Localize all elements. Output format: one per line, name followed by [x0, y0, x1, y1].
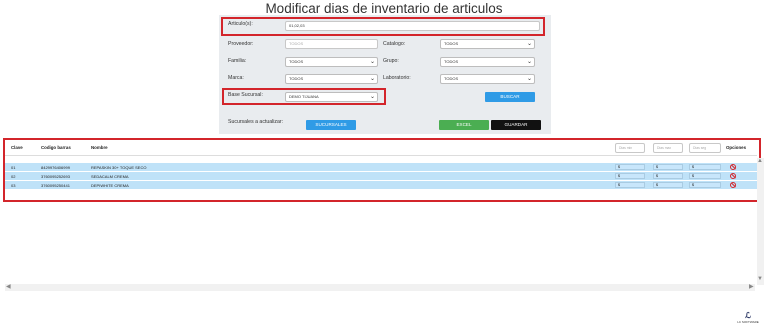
- page-title: Modificar dias de inventario de articulo…: [265, 1, 503, 16]
- grupo-label: Grupo:: [383, 58, 399, 64]
- logo-mark-icon: ℒ: [745, 311, 751, 320]
- proveedor-label: Proveedor:: [228, 41, 254, 47]
- sucursales-button[interactable]: SUCURSALES: [306, 120, 356, 130]
- chevron-down-icon: ⌄: [526, 59, 532, 65]
- actions-bar: Sucursales a actualizar: SUCURSALES EXCE…: [219, 114, 551, 134]
- buscar-button[interactable]: BUSCAR: [485, 92, 535, 102]
- grupo-value: TODOS: [444, 59, 459, 64]
- marca-select[interactable]: TODOS ⌄: [285, 74, 378, 84]
- marca-value: TODOS: [289, 76, 304, 81]
- marca-label: Marca:: [228, 75, 244, 81]
- logo-text: LC SOFTWARE: [737, 320, 759, 324]
- chevron-down-icon: ⌄: [526, 41, 532, 47]
- articulos-highlight: [221, 17, 545, 36]
- excel-button[interactable]: EXCEL: [439, 120, 489, 130]
- vertical-scrollbar[interactable]: ▲ ▼: [757, 158, 764, 285]
- sucursales-label: Sucursales a actualizar:: [228, 119, 284, 125]
- catalogo-label: Catalogo:: [383, 41, 406, 47]
- scroll-down-icon[interactable]: ▼: [757, 276, 763, 282]
- proveedor-input[interactable]: TODOS: [285, 39, 378, 49]
- familia-label: Familia:: [228, 58, 247, 64]
- laboratorio-label: Laboratorio:: [383, 75, 411, 81]
- scroll-left-icon[interactable]: ◀: [6, 284, 11, 290]
- chevron-down-icon: ⌄: [369, 76, 375, 82]
- familia-select[interactable]: TODOS ⌄: [285, 57, 378, 67]
- page: Modificar dias de inventario de articulo…: [0, 0, 768, 327]
- guardar-button[interactable]: GUARDAR: [491, 120, 541, 130]
- chevron-down-icon: ⌄: [526, 76, 532, 82]
- catalogo-select[interactable]: TODOS ⌄: [440, 39, 535, 49]
- familia-value: TODOS: [289, 59, 304, 64]
- horizontal-scrollbar[interactable]: ◀ ▶: [5, 284, 755, 291]
- chevron-down-icon: ⌄: [369, 59, 375, 65]
- grupo-select[interactable]: TODOS ⌄: [440, 57, 535, 67]
- scroll-right-icon[interactable]: ▶: [749, 284, 754, 290]
- scroll-up-icon[interactable]: ▲: [757, 158, 763, 164]
- base-sucursal-highlight: [222, 88, 386, 105]
- table-highlight: [3, 138, 761, 202]
- laboratorio-value: TODOS: [444, 76, 459, 81]
- catalogo-value: TODOS: [444, 41, 459, 46]
- laboratorio-select[interactable]: TODOS ⌄: [440, 74, 535, 84]
- company-logo: ℒ LC SOFTWARE: [733, 311, 763, 327]
